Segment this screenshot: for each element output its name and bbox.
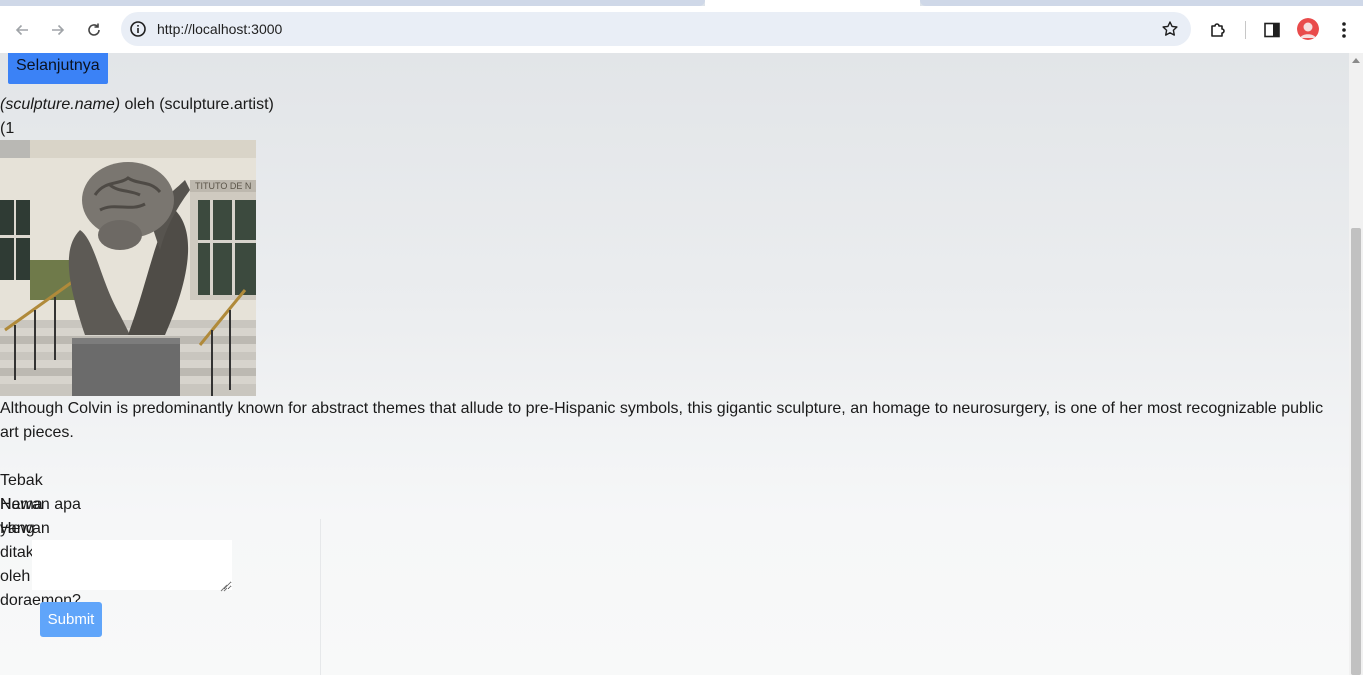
browser-toolbar: http://localhost:3000 [0, 6, 1363, 53]
vertical-scrollbar[interactable] [1349, 53, 1363, 675]
sculpture-name: (sculpture.name) [0, 96, 121, 113]
sculpture-title: (sculpture.name) oleh (sculpture.artist) [0, 93, 274, 117]
reload-icon[interactable] [80, 16, 108, 44]
page-viewport: Artikel Selanjutnya (sculpture.name) ole… [0, 53, 1349, 675]
svg-text:TITUTO DE N: TITUTO DE N [195, 181, 251, 191]
profile-avatar[interactable] [1297, 18, 1319, 40]
submit-button[interactable]: Submit [40, 602, 102, 637]
sculpture-image: TITUTO DE N [0, 140, 256, 396]
back-icon[interactable] [8, 16, 36, 44]
scrollbar-thumb[interactable] [1351, 228, 1361, 675]
by-word: oleh [120, 96, 160, 113]
address-bar[interactable]: http://localhost:3000 [121, 12, 1191, 46]
quiz-form: Submit [0, 519, 321, 675]
next-article-button[interactable]: Artikel Selanjutnya [8, 53, 108, 84]
sculpture-description: Although Colvin is predominantly known f… [0, 400, 1324, 441]
side-panel-icon[interactable] [1261, 19, 1283, 41]
forward-icon[interactable] [44, 16, 72, 44]
site-info-icon[interactable] [129, 20, 147, 38]
menu-icon[interactable] [1333, 19, 1355, 41]
extensions-icon[interactable] [1207, 19, 1229, 41]
sculpture-artist: (sculpture.artist) [159, 96, 274, 113]
url-text[interactable]: http://localhost:3000 [157, 21, 282, 37]
next-article-label: Artikel Selanjutnya [16, 57, 100, 74]
scroll-up-arrow-icon[interactable] [1352, 58, 1360, 63]
answer-textarea[interactable] [32, 540, 232, 590]
bookmark-star-icon[interactable] [1161, 20, 1179, 38]
toolbar-divider [1245, 21, 1246, 39]
resize-grip-icon[interactable] [218, 576, 228, 592]
